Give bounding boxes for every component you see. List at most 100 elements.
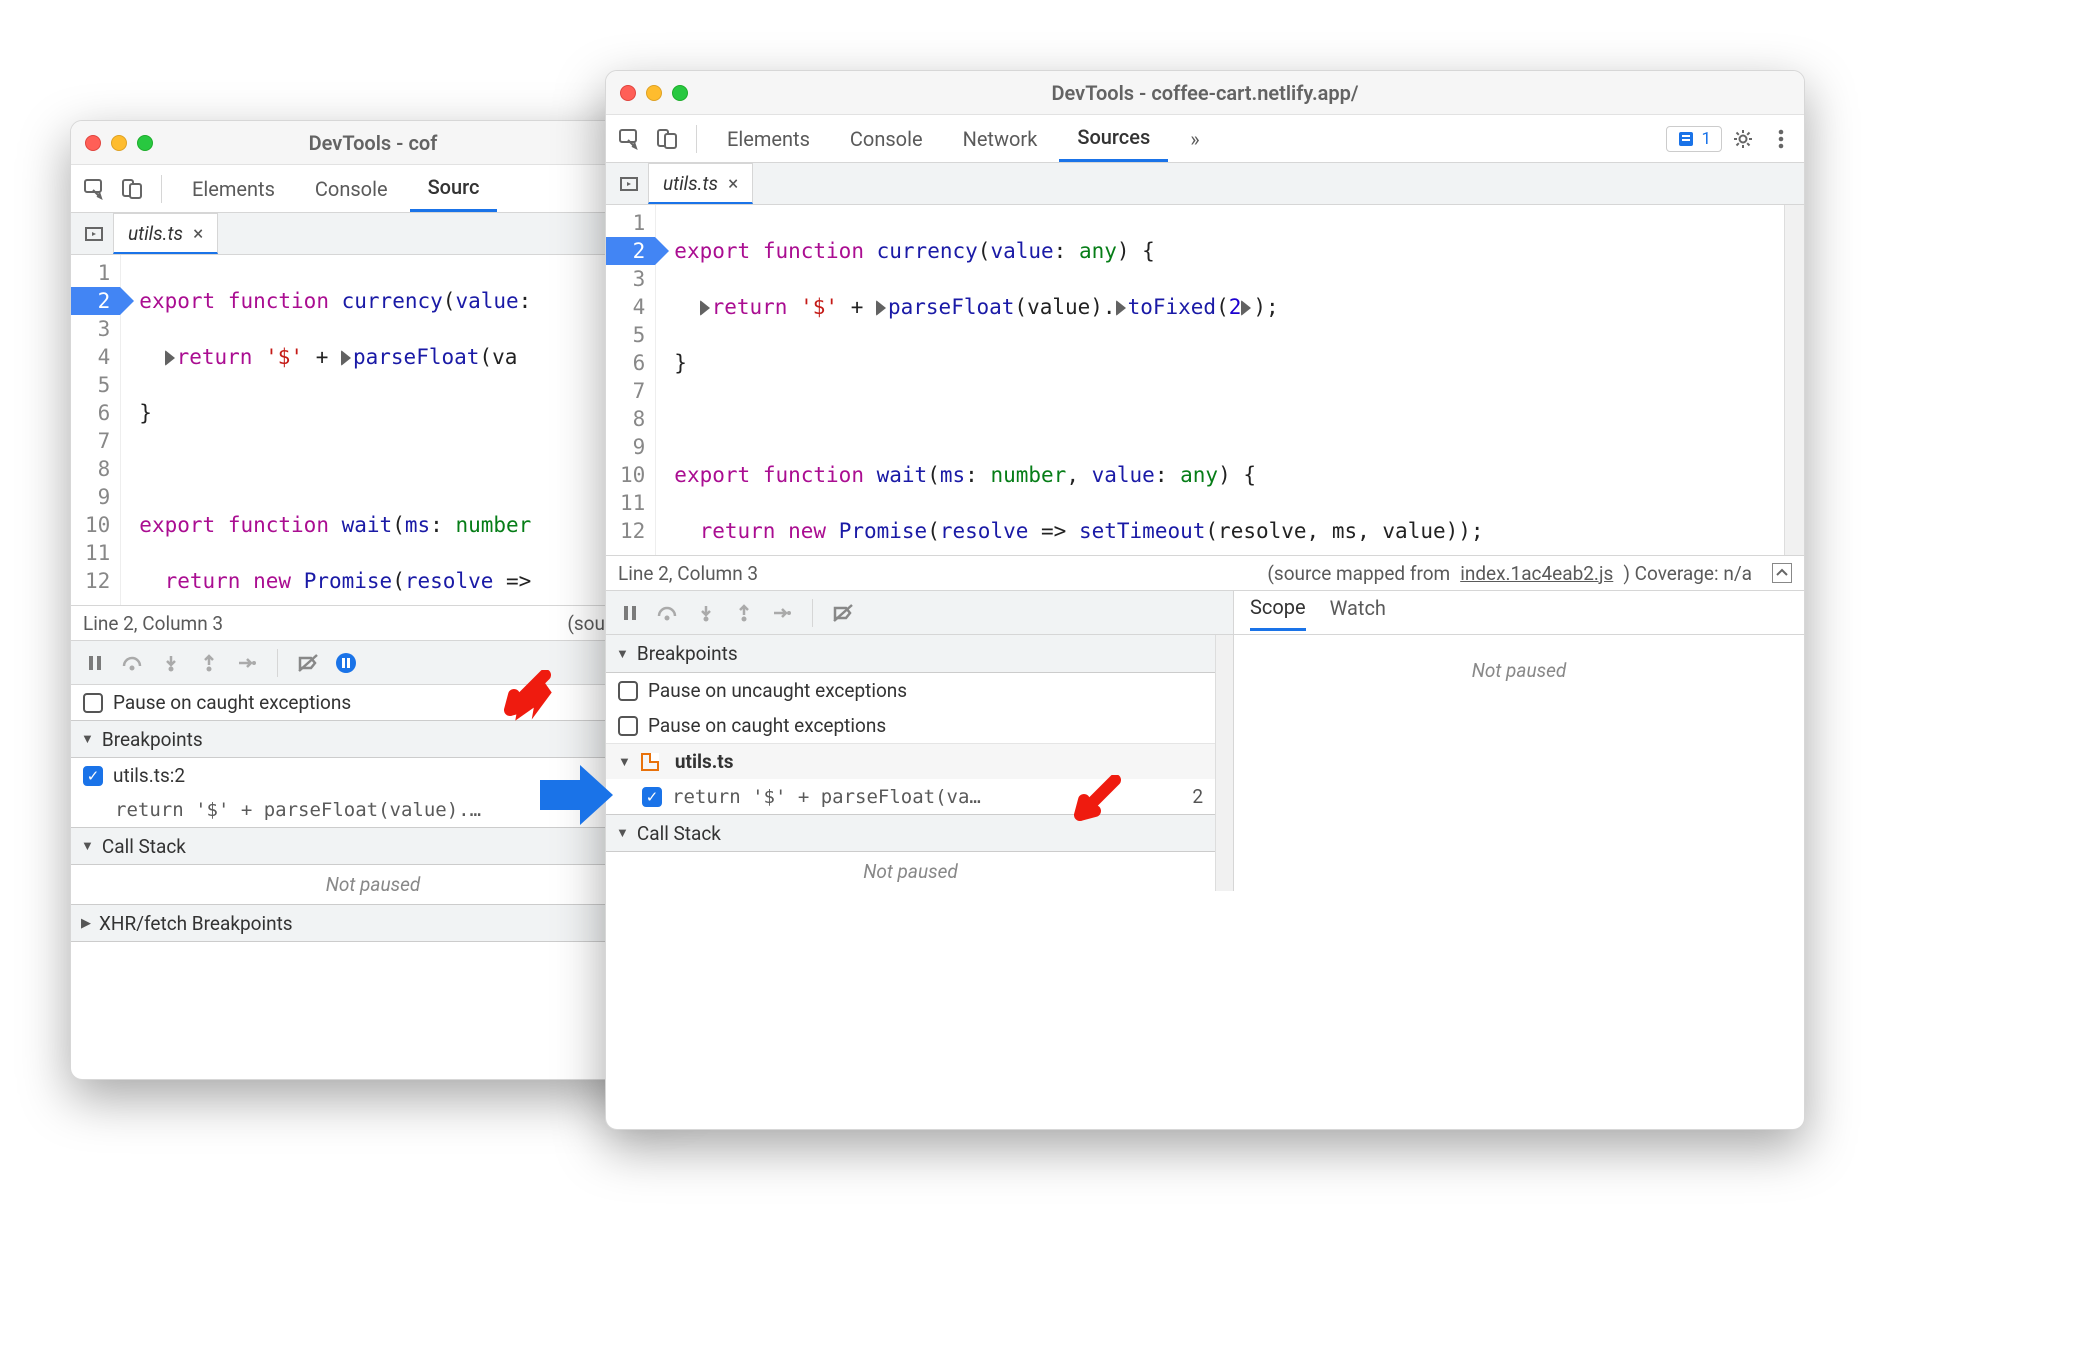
pause-exceptions-icon[interactable] [330,647,362,679]
pause-resume-icon[interactable] [614,597,646,629]
inspect-icon[interactable] [612,122,646,156]
deactivate-breakpoints-icon[interactable] [292,647,324,679]
tab-scope[interactable]: Scope [1250,595,1306,631]
inspect-icon[interactable] [77,172,111,206]
breakpoint-group[interactable]: ▼ utils.ts [606,743,1215,779]
more-menu-icon[interactable] [1764,122,1798,156]
traffic-lights[interactable] [620,85,688,101]
checkbox-pause-uncaught[interactable] [618,681,638,701]
code-editor[interactable]: 1 2 3 4 5 6 7 8 9 10 11 12 export functi… [606,205,1784,555]
source-map-file[interactable]: index.1ac4eab2.js [1460,562,1613,585]
checkbox-breakpoint[interactable]: ✓ [642,787,662,807]
main-tabs: Elements Console Network Sources » 1 [606,115,1804,163]
tab-console[interactable]: Console [832,115,941,162]
tab-network[interactable]: Network [945,115,1056,162]
editor-status: Line 2, Column 3 (source mapped from ind… [606,555,1804,591]
section-label: Breakpoints [637,642,738,665]
step-over-icon[interactable] [117,647,149,679]
file-tab-utils[interactable]: utils.ts × [648,163,753,204]
checkbox-pause-caught[interactable] [618,716,638,736]
debugger-toolbar [71,641,675,685]
titlebar[interactable]: DevTools - coffee-cart.netlify.app/ [606,71,1804,115]
titlebar[interactable]: DevTools - cof [71,121,675,165]
file-tab-utils[interactable]: utils.ts × [113,213,218,254]
step-marker-icon [341,350,351,366]
main-tabs: Elements Console Sourc [71,165,675,213]
tab-watch[interactable]: Watch [1330,596,1386,629]
step-into-icon[interactable] [155,647,187,679]
settings-icon[interactable] [1726,122,1760,156]
coverage-label: ) Coverage: n/a [1623,562,1752,585]
not-paused-label: Not paused [1234,635,1804,690]
step-out-icon[interactable] [728,597,760,629]
not-paused-label: Not paused [71,865,675,904]
step-marker-icon [1241,300,1251,316]
close-icon[interactable] [85,135,101,151]
step-over-icon[interactable] [652,597,684,629]
devtools-window-left: DevTools - cof Elements Console Sourc ut… [70,120,676,1080]
tab-sources[interactable]: Sourc [410,165,498,212]
device-mode-icon[interactable] [650,122,684,156]
editor-status: Line 2, Column 3 (source ma [71,605,675,641]
tab-sources[interactable]: Sources [1059,115,1168,162]
debugger-toolbar [606,591,1233,635]
close-file-icon[interactable]: × [193,222,203,245]
pause-caught-row[interactable]: Pause on caught exceptions [71,685,675,720]
line-gutter[interactable]: 1 2 3 4 5 6 7 8 9 10 11 12 [71,255,121,605]
checkbox-pause-caught[interactable] [83,693,103,713]
file-tab-label: utils.ts [128,222,183,245]
step-marker-icon [876,300,886,316]
step-icon[interactable] [231,647,263,679]
minimize-icon[interactable] [111,135,127,151]
section-label: Call Stack [102,835,186,858]
file-tabs: utils.ts × [606,163,1804,205]
step-icon[interactable] [766,597,798,629]
tab-elements[interactable]: Elements [709,115,828,162]
maximize-icon[interactable] [672,85,688,101]
breakpoint-file: utils.ts [675,750,734,773]
collapse-pane-icon[interactable] [1772,563,1792,583]
devtools-window-right: DevTools - coffee-cart.netlify.app/ Elem… [605,70,1805,1130]
disclosure-icon: ▼ [616,646,629,662]
close-icon[interactable] [620,85,636,101]
step-into-icon[interactable] [690,597,722,629]
cursor-position: Line 2, Column 3 [618,562,758,585]
code-content[interactable]: export function currency(value: return '… [121,255,675,605]
issues-chip[interactable]: 1 [1666,126,1722,152]
navigator-toggle-icon[interactable] [77,217,111,251]
code-content[interactable]: export function currency(value: any) { r… [656,205,1784,555]
breakpoints-section[interactable]: ▼ Breakpoints [71,720,675,758]
step-marker-icon [165,350,175,366]
device-mode-icon[interactable] [115,172,149,206]
scrollbar[interactable] [1784,205,1804,555]
pause-uncaught-row[interactable]: Pause on uncaught exceptions [606,673,1215,708]
pause-resume-icon[interactable] [79,647,111,679]
deactivate-breakpoints-icon[interactable] [827,597,859,629]
section-label: Call Stack [637,822,721,845]
line-gutter[interactable]: 1 2 3 4 5 6 7 8 9 10 11 12 [606,205,656,555]
disclosure-icon: ▼ [81,838,94,854]
pause-caught-row[interactable]: Pause on caught exceptions [606,708,1215,743]
traffic-lights[interactable] [85,135,153,151]
scrollbar[interactable] [1215,635,1233,891]
checkbox-breakpoint[interactable]: ✓ [83,766,103,786]
file-icon [641,753,659,771]
annotation-arrow-red [495,670,555,730]
xhr-section[interactable]: ▶ XHR/fetch Breakpoints [71,904,675,942]
tab-elements[interactable]: Elements [174,165,293,212]
window-title: DevTools - coffee-cart.netlify.app/ [606,81,1804,105]
minimize-icon[interactable] [646,85,662,101]
code-editor[interactable]: 1 2 3 4 5 6 7 8 9 10 11 12 export functi… [71,255,675,605]
breakpoint-line: 2 [1192,785,1203,808]
disclosure-icon: ▼ [81,731,94,747]
close-file-icon[interactable]: × [728,172,738,195]
tab-more[interactable]: » [1172,115,1217,162]
breakpoints-section[interactable]: ▼ Breakpoints [606,635,1215,673]
debugger-sub-tabs: Scope Watch [1234,591,1804,635]
tab-console[interactable]: Console [297,165,406,212]
navigator-toggle-icon[interactable] [612,167,646,201]
issues-icon [1677,130,1695,148]
debugger-panels: ▼ Breakpoints Pause on uncaught exceptio… [606,591,1804,891]
step-out-icon[interactable] [193,647,225,679]
maximize-icon[interactable] [137,135,153,151]
